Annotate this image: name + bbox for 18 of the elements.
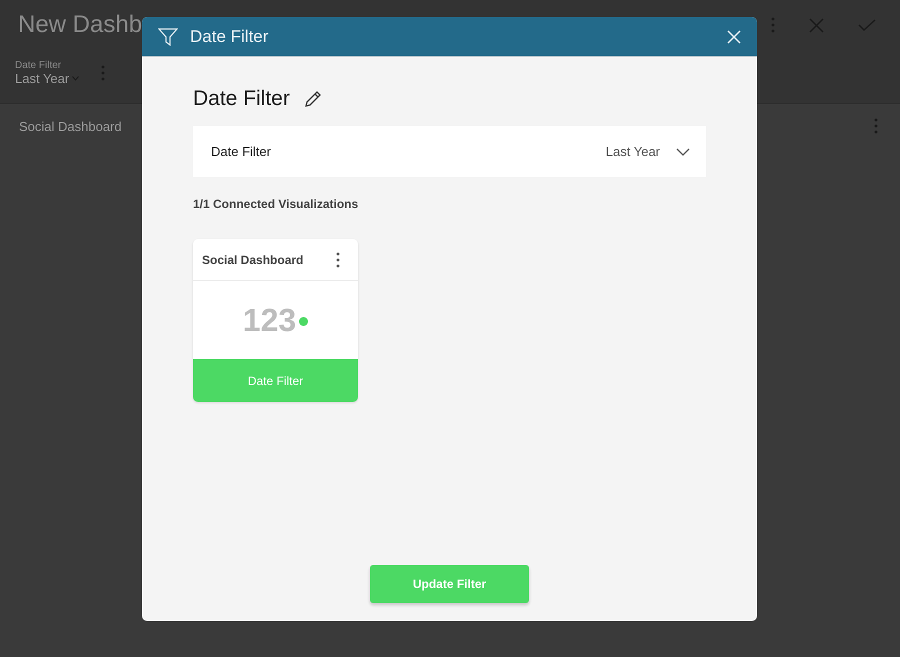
filter-value[interactable]: Last Year bbox=[15, 71, 70, 86]
checkmark-icon[interactable] bbox=[858, 18, 876, 32]
dialog-title: Date Filter bbox=[190, 26, 270, 46]
connected-count: 1/1 Connected Visualizations bbox=[193, 197, 360, 211]
pencil-icon[interactable] bbox=[304, 90, 322, 108]
filter-name: Date Filter bbox=[193, 87, 290, 111]
card-title: Social Dashboard bbox=[202, 252, 304, 266]
more-icon[interactable] bbox=[336, 252, 340, 268]
chevron-down-icon[interactable] bbox=[72, 76, 80, 81]
filter-label: Date Filter bbox=[15, 60, 62, 71]
status-dot bbox=[299, 316, 308, 326]
filter-select[interactable]: Date Filter Last Year bbox=[193, 126, 706, 177]
filter-icon bbox=[158, 28, 178, 46]
dashboard-title: New Dashb bbox=[18, 11, 142, 39]
kpi-value: 123 bbox=[242, 302, 296, 338]
visualization-card[interactable]: Social Dashboard 123 Date Filter bbox=[193, 239, 358, 402]
widget-title: Social Dashboard bbox=[19, 118, 122, 134]
chevron-down-icon bbox=[676, 148, 690, 156]
